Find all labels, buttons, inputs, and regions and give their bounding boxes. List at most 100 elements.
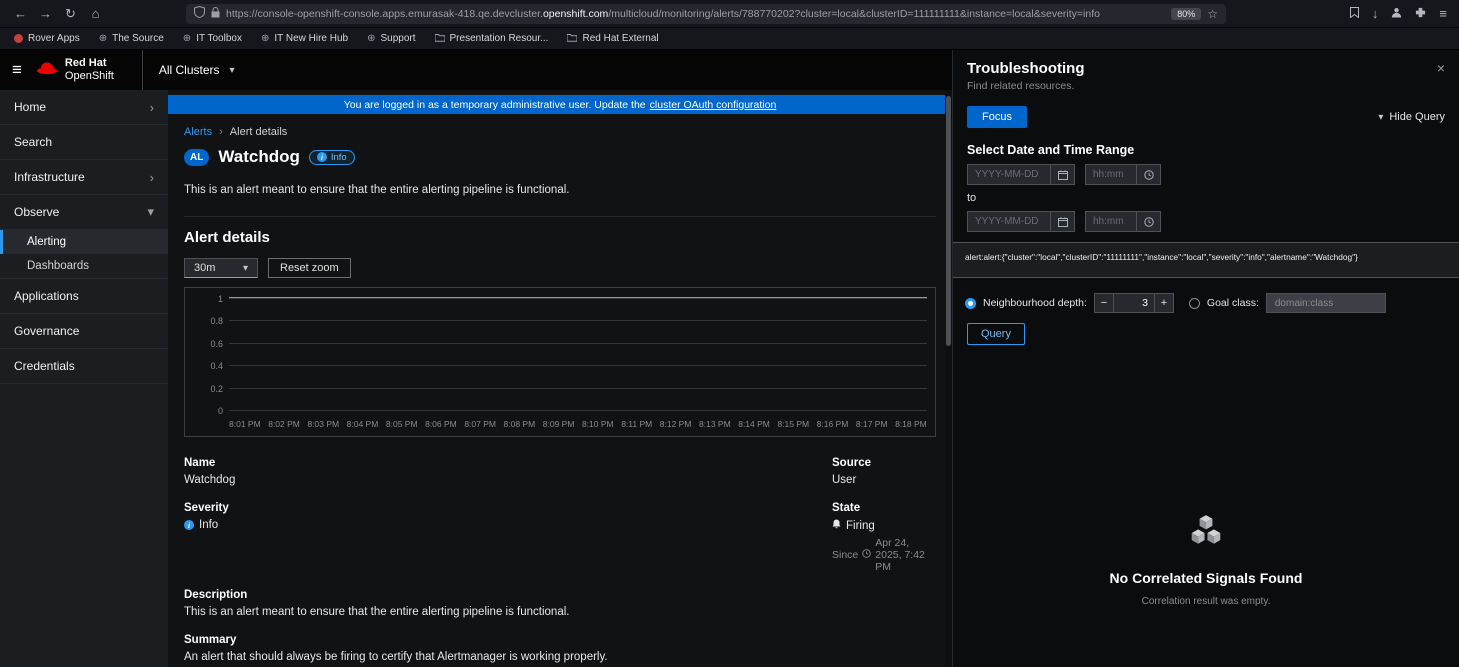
neighbourhood-depth-radio[interactable] bbox=[965, 298, 976, 309]
account-icon[interactable] bbox=[1391, 5, 1402, 23]
chevron-right-icon: › bbox=[150, 170, 154, 185]
reload-icon[interactable]: ↻ bbox=[58, 6, 83, 22]
scrollbar-thumb[interactable] bbox=[946, 96, 951, 346]
to-label: to bbox=[953, 192, 1459, 204]
time-range-select[interactable]: 30m ▾ bbox=[184, 258, 258, 278]
globe-icon: ⊕ bbox=[99, 34, 107, 44]
download-icon[interactable]: ↓ bbox=[1372, 6, 1379, 21]
main-scrollbar[interactable] bbox=[945, 90, 952, 667]
breadcrumb: Alerts › Alert details bbox=[184, 126, 936, 138]
bookmark-it-toolbox[interactable]: ⊕IT Toolbox bbox=[183, 33, 242, 44]
goal-class-label: Goal class: bbox=[1207, 297, 1259, 309]
field-description: Description This is an alert meant to en… bbox=[184, 589, 832, 618]
globe-icon: ⊕ bbox=[183, 34, 191, 44]
sidebar-item-applications[interactable]: Applications bbox=[0, 279, 168, 314]
clock-icon[interactable] bbox=[1137, 164, 1161, 185]
bookmark-star-icon[interactable]: ☆ bbox=[1207, 7, 1218, 21]
bookmarks-bar: Rover Apps ⊕The Source ⊕IT Toolbox ⊕IT N… bbox=[0, 28, 1459, 50]
sidebar-item-observe[interactable]: Observe▾ bbox=[0, 195, 168, 230]
zoom-indicator[interactable]: 80% bbox=[1171, 8, 1201, 20]
alert-details-heading: Alert details bbox=[184, 229, 936, 246]
bell-icon bbox=[832, 519, 841, 532]
bookmark-it-new-hire-hub[interactable]: ⊕IT New Hire Hub bbox=[261, 33, 348, 44]
start-date-input[interactable]: YYYY-MM-DD bbox=[967, 164, 1051, 185]
plus-button[interactable]: + bbox=[1154, 293, 1174, 313]
focus-button[interactable]: Focus bbox=[967, 106, 1027, 128]
observe-submenu: Alerting Dashboards bbox=[0, 230, 168, 279]
bookmark-presentation-resources[interactable]: Presentation Resour... bbox=[435, 33, 549, 45]
bookmark-the-source[interactable]: ⊕The Source bbox=[99, 33, 164, 44]
panel-subtitle: Find related resources. bbox=[953, 80, 1459, 92]
tracking-protection-icon[interactable] bbox=[194, 5, 205, 23]
alert-description-lede: This is an alert meant to ensure that th… bbox=[184, 184, 936, 196]
chevron-right-icon: › bbox=[150, 100, 154, 115]
calendar-icon[interactable] bbox=[1051, 211, 1075, 232]
reset-zoom-button[interactable]: Reset zoom bbox=[268, 258, 351, 278]
sidebar-item-governance[interactable]: Governance bbox=[0, 314, 168, 349]
query-expression[interactable]: alert:alert:{"cluster":"local","clusterI… bbox=[953, 242, 1459, 278]
sidebar-item-infrastructure[interactable]: Infrastructure› bbox=[0, 160, 168, 195]
toolbar-right-icons: ↓ ≡ bbox=[1350, 5, 1451, 23]
chart-x-axis: 8:01 PM8:02 PM8:03 PM8:04 PM8:05 PM8:06 … bbox=[229, 419, 927, 429]
clock-icon[interactable] bbox=[1137, 211, 1161, 232]
browser-toolbar: ← → ↻ ⌂ https://console-openshift-consol… bbox=[0, 0, 1459, 28]
close-icon[interactable]: × bbox=[1437, 60, 1445, 76]
neighbourhood-depth-label: Neighbourhood depth: bbox=[983, 297, 1087, 309]
sidebar-item-home[interactable]: Home› bbox=[0, 90, 168, 125]
severity-badge: i Info bbox=[309, 150, 355, 165]
sidebar-nav: Home› Search Infrastructure› Observe▾ Al… bbox=[0, 90, 168, 667]
console-masthead: ≡ Red HatOpenShift All Clusters ▾ bbox=[0, 50, 952, 90]
bookmarks-library-icon[interactable] bbox=[1350, 5, 1359, 23]
home-icon[interactable]: ⌂ bbox=[83, 6, 108, 21]
alert-badge: AL bbox=[184, 149, 209, 166]
folder-icon bbox=[435, 33, 445, 45]
query-button[interactable]: Query bbox=[967, 323, 1025, 345]
hide-query-toggle[interactable]: ▾ Hide Query bbox=[1378, 111, 1445, 123]
goal-class-input[interactable]: domain:class bbox=[1266, 293, 1386, 313]
chevron-down-icon: ▾ bbox=[1378, 112, 1383, 123]
breadcrumb-alerts-link[interactable]: Alerts bbox=[184, 126, 212, 138]
field-name: Name Watchdog bbox=[184, 457, 832, 486]
depth-value[interactable]: 3 bbox=[1114, 293, 1154, 313]
sidebar-item-alerting[interactable]: Alerting bbox=[0, 230, 168, 254]
end-date-input[interactable]: YYYY-MM-DD bbox=[967, 211, 1051, 232]
breadcrumb-separator: › bbox=[219, 126, 223, 138]
menu-icon[interactable]: ≡ bbox=[1439, 6, 1447, 21]
empty-state: No Correlated Signals Found Correlation … bbox=[953, 513, 1459, 607]
sidebar-item-dashboards[interactable]: Dashboards bbox=[0, 254, 168, 278]
breadcrumb-current: Alert details bbox=[230, 126, 287, 138]
end-time-input[interactable]: hh:mm bbox=[1085, 211, 1137, 232]
redhat-hat-icon bbox=[36, 61, 58, 80]
login-banner: You are logged in as a temporary adminis… bbox=[168, 95, 952, 114]
state-since: Since Apr 24, 2025, 7:42 PM bbox=[832, 537, 936, 573]
sidebar-item-credentials[interactable]: Credentials bbox=[0, 349, 168, 384]
clock-icon bbox=[862, 549, 871, 561]
bookmark-support[interactable]: ⊕Support bbox=[367, 33, 415, 44]
folder-icon bbox=[567, 33, 577, 45]
url-bar[interactable]: https://console-openshift-console.apps.e… bbox=[186, 4, 1226, 24]
bookmark-red-hat-external[interactable]: Red Hat External bbox=[567, 33, 658, 45]
chart-series bbox=[229, 298, 927, 410]
chevron-down-icon: ▾ bbox=[147, 204, 154, 220]
lock-icon[interactable] bbox=[211, 5, 220, 23]
start-time-input[interactable]: hh:mm bbox=[1085, 164, 1137, 185]
goal-class-radio[interactable] bbox=[1189, 298, 1200, 309]
cluster-selector[interactable]: All Clusters ▾ bbox=[142, 50, 251, 90]
oauth-configuration-link[interactable]: cluster OAuth configuration bbox=[650, 99, 777, 111]
chevron-down-icon: ▾ bbox=[230, 65, 235, 76]
back-icon[interactable]: ← bbox=[8, 6, 33, 21]
forward-icon[interactable]: → bbox=[33, 6, 58, 21]
panel-title: Troubleshooting bbox=[967, 60, 1085, 77]
minus-button[interactable]: − bbox=[1094, 293, 1114, 313]
extensions-icon[interactable] bbox=[1415, 5, 1426, 23]
sidebar-item-search[interactable]: Search bbox=[0, 125, 168, 160]
info-icon: i bbox=[317, 152, 327, 162]
globe-icon: ⊕ bbox=[367, 34, 375, 44]
cubes-icon bbox=[1183, 513, 1229, 558]
empty-state-title: No Correlated Signals Found bbox=[1110, 570, 1303, 586]
calendar-icon[interactable] bbox=[1051, 164, 1075, 185]
globe-icon: ⊕ bbox=[261, 34, 269, 44]
bookmark-rover-apps[interactable]: Rover Apps bbox=[14, 33, 80, 44]
sidebar-toggle-icon[interactable]: ≡ bbox=[12, 60, 22, 80]
field-severity: Severity i Info bbox=[184, 502, 832, 573]
